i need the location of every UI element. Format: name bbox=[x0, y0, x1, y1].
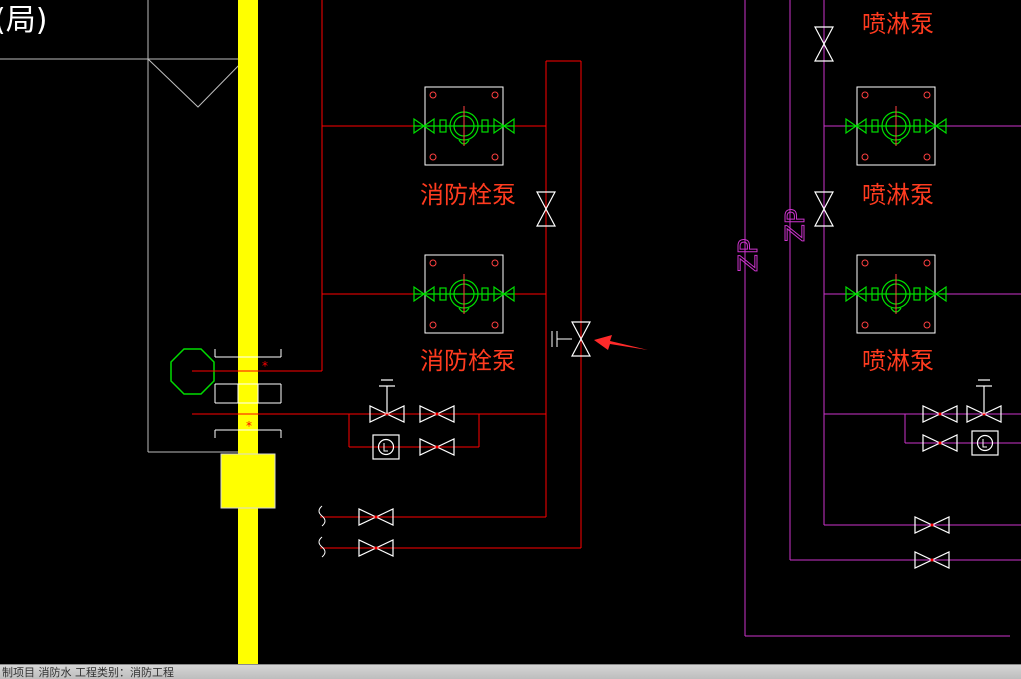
status-bar: 制项目 消防水 工程类别：消防工程 bbox=[0, 664, 1021, 679]
riser-label-1: ZP bbox=[734, 239, 764, 273]
hydrant-pump-2-label: 消防栓泵 bbox=[420, 347, 516, 375]
relief-valve-right[interactable] bbox=[966, 379, 1002, 423]
cad-viewport[interactable]: (局) * * bbox=[0, 0, 1021, 679]
riser-label-2: ZP bbox=[781, 209, 811, 243]
tank-outline bbox=[0, 0, 246, 453]
pipe-breaks bbox=[318, 505, 326, 558]
status-bar-text: 制项目 消防水 工程类别：消防工程 bbox=[2, 666, 174, 679]
sprinkler-pump-1-icon[interactable] bbox=[845, 86, 947, 166]
hydrant-pump-2-icon[interactable] bbox=[413, 254, 515, 334]
relief-valve-left[interactable] bbox=[369, 379, 405, 423]
check-valve-icon[interactable] bbox=[551, 321, 591, 357]
svg-text:*: * bbox=[246, 419, 252, 433]
arrow-pointer-icon bbox=[594, 335, 648, 350]
wall-column bbox=[238, 0, 258, 664]
sprinkler-pump-2-icon[interactable] bbox=[845, 254, 947, 334]
sprinkler-pump-1-label: 喷淋泵 bbox=[862, 181, 934, 209]
wall-box bbox=[220, 453, 276, 509]
sprinkler-pump-2-label: 喷淋泵 bbox=[862, 347, 934, 375]
magenta-piping bbox=[744, 0, 1021, 637]
hydrant-pump-1-label: 消防栓泵 bbox=[420, 181, 516, 209]
cad-drawing-canvas[interactable]: (局) * * bbox=[0, 0, 1021, 664]
hydrant-pump-1-icon[interactable] bbox=[413, 86, 515, 166]
sprinkler-pump-top-label: 喷淋泵 bbox=[862, 10, 934, 38]
corner-label: (局) bbox=[0, 3, 47, 38]
